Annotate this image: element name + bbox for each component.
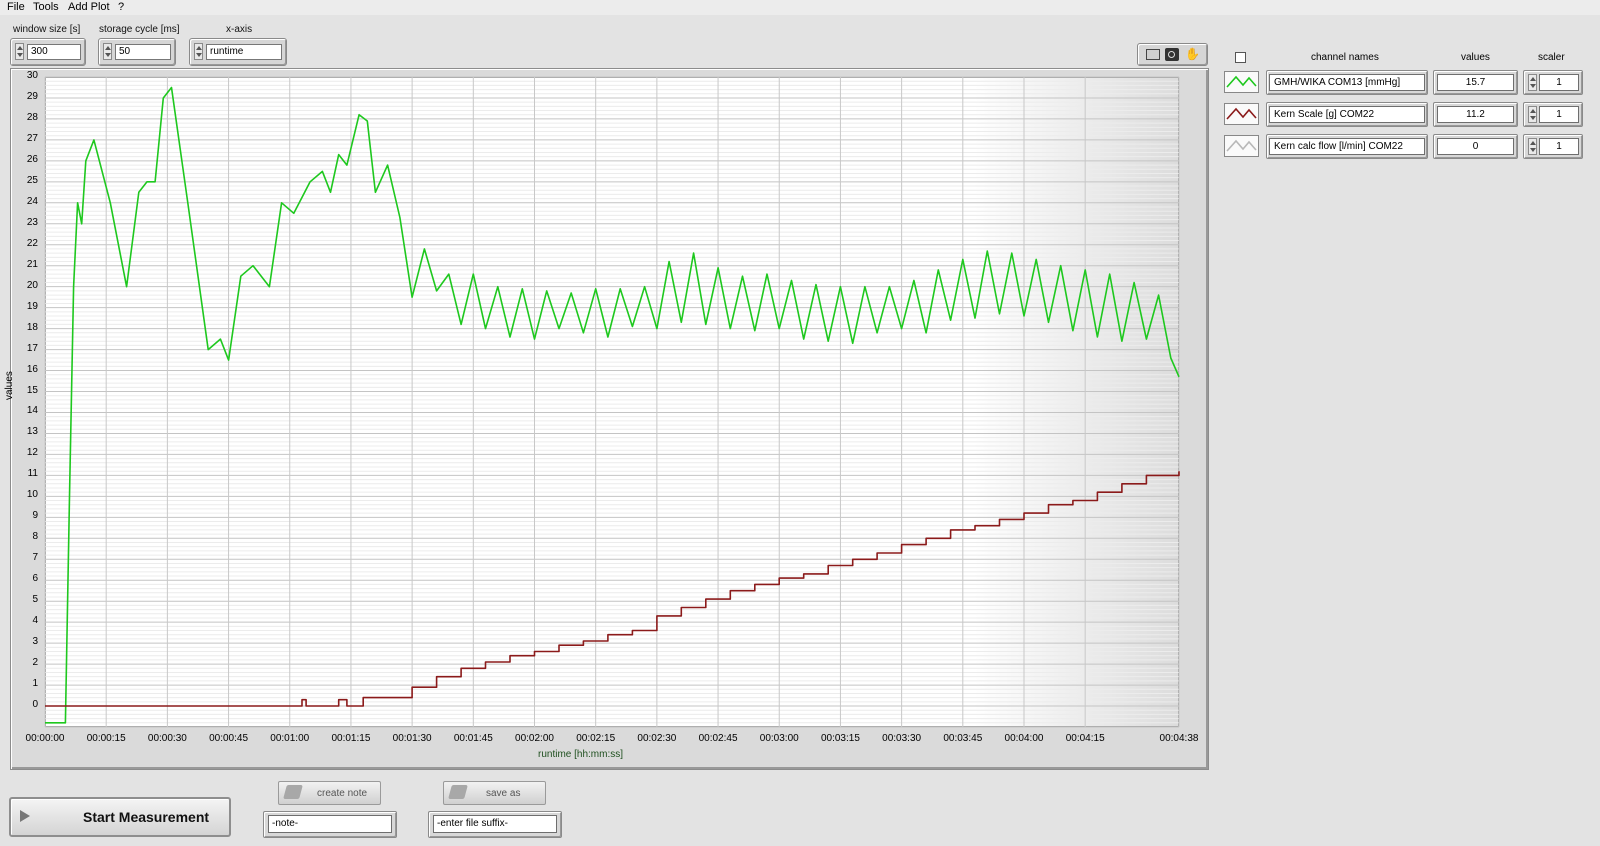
channel-3-swatch[interactable] — [1224, 135, 1259, 157]
start-measurement-button[interactable]: Start Measurement — [9, 797, 231, 837]
y-tick-label: 6 — [32, 573, 38, 585]
y-tick-label: 13 — [26, 426, 38, 438]
y-tick-label: 15 — [26, 384, 38, 396]
series-line-1 — [45, 86, 1180, 724]
channel-1-swatch[interactable] — [1224, 71, 1259, 93]
y-tick-label: 4 — [32, 615, 38, 627]
y-tick-label: 5 — [32, 594, 38, 606]
x-tick-label: 00:03:00 — [759, 733, 799, 744]
show-all-checkbox[interactable] — [1235, 52, 1246, 63]
y-tick-label: 16 — [26, 363, 38, 375]
x-tick-label: 00:03:30 — [882, 733, 922, 744]
x-tick-label: 00:00:00 — [25, 733, 65, 744]
header-channel-names: channel names — [1311, 52, 1379, 63]
y-tick-label: 21 — [26, 258, 38, 270]
channel-3-value: 0 — [1437, 138, 1514, 155]
channel-2-swatch[interactable] — [1224, 103, 1259, 125]
header-values: values — [1461, 52, 1490, 63]
header-scaler: scaler — [1538, 52, 1565, 63]
y-tick-label: 28 — [26, 111, 38, 123]
channel-1-value: 15.7 — [1437, 74, 1514, 91]
channel-2-scaler[interactable]: 1 — [1539, 106, 1579, 123]
note-icon — [283, 785, 303, 799]
channel-3-name[interactable]: Kern calc flow [l/min] COM22 — [1269, 138, 1425, 155]
x-tick-label: 00:04:38 — [1159, 733, 1199, 744]
create-note-button[interactable]: create note — [278, 781, 381, 805]
y-tick-label: 2 — [32, 657, 38, 669]
x-tick-label: 00:03:15 — [820, 733, 860, 744]
y-tick-label: 1 — [32, 678, 38, 690]
x-tick-label: 00:04:15 — [1065, 733, 1105, 744]
y-tick-label: 14 — [26, 405, 38, 417]
y-tick-label: 27 — [26, 132, 38, 144]
x-axis-label: runtime [hh:mm:ss] — [538, 749, 624, 760]
channel-3-scaler[interactable]: 1 — [1539, 138, 1579, 155]
channel-2-value: 11.2 — [1437, 106, 1514, 123]
x-tick-label: 00:02:45 — [698, 733, 738, 744]
x-tick-label: 00:04:00 — [1004, 733, 1044, 744]
y-tick-label: 23 — [26, 216, 38, 228]
save-icon — [448, 785, 468, 799]
x-tick-label: 00:02:30 — [637, 733, 677, 744]
y-tick-label: 9 — [32, 510, 38, 522]
x-tick-label: 00:01:45 — [453, 733, 493, 744]
y-tick-label: 29 — [26, 90, 38, 102]
x-tick-label: 00:01:00 — [270, 733, 310, 744]
x-tick-label: 00:00:45 — [209, 733, 249, 744]
y-tick-label: 12 — [26, 447, 38, 459]
x-tick-label: 00:02:15 — [576, 733, 616, 744]
y-tick-label: 7 — [32, 552, 38, 564]
save-as-button[interactable]: save as — [443, 781, 546, 805]
channel-1-scaler-spinner[interactable] — [1528, 74, 1537, 91]
channel-2-scaler-spinner[interactable] — [1528, 106, 1537, 123]
x-tick-label: 00:01:30 — [392, 733, 432, 744]
y-tick-label: 0 — [32, 699, 38, 711]
y-tick-label: 11 — [27, 468, 38, 480]
save-as-label: save as — [486, 788, 521, 799]
y-tick-label: 8 — [32, 531, 38, 543]
y-tick-label: 19 — [26, 300, 38, 312]
channel-1-scaler[interactable]: 1 — [1539, 74, 1579, 91]
x-tick-label: 00:02:00 — [515, 733, 554, 744]
start-measurement-label: Start Measurement — [83, 809, 210, 825]
x-tick-label: 00:00:30 — [147, 733, 187, 744]
channel-2-name[interactable]: Kern Scale [g] COM22 — [1269, 106, 1425, 123]
play-icon — [20, 810, 30, 822]
y-tick-label: 17 — [26, 342, 38, 354]
x-tick-label: 00:00:15 — [86, 733, 126, 744]
x-tick-label: 00:01:15 — [331, 733, 371, 744]
x-tick-label: 00:03:45 — [943, 733, 983, 744]
y-tick-label: 3 — [32, 636, 38, 648]
y-tick-label: 26 — [26, 153, 38, 165]
channel-3-scaler-spinner[interactable] — [1528, 138, 1537, 155]
y-tick-label: 22 — [26, 237, 38, 249]
y-tick-label: 10 — [26, 489, 38, 501]
file-suffix-input[interactable]: -enter file suffix- — [433, 815, 557, 833]
y-tick-label: 30 — [26, 70, 38, 81]
y-tick-label: 20 — [26, 279, 38, 291]
y-tick-label: 25 — [26, 174, 38, 186]
channel-1-name[interactable]: GMH/WIKA COM13 [mmHg] — [1269, 74, 1425, 91]
create-note-label: create note — [317, 788, 368, 799]
y-axis-label: values — [4, 371, 15, 400]
y-tick-label: 18 — [26, 321, 38, 333]
y-tick-label: 24 — [26, 195, 38, 207]
note-input[interactable]: -note- — [268, 815, 392, 833]
